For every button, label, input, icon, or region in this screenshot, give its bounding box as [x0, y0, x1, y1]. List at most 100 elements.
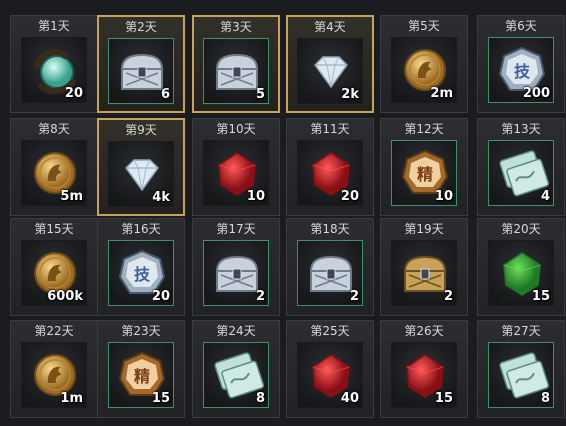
item-quantity: 10	[434, 189, 453, 204]
item-quantity: 4k	[152, 190, 170, 205]
item-quantity: 4	[540, 189, 550, 204]
item-quantity: 6	[160, 87, 170, 102]
day-label: 第11天	[310, 122, 350, 136]
day-label: 第12天	[404, 122, 444, 136]
reward-cell[interactable]: 第10天 10	[192, 118, 280, 216]
item-quantity: 2	[349, 289, 359, 304]
svg-text:技: 技	[134, 265, 151, 284]
reward-item: 8	[203, 342, 269, 408]
day-label: 第25天	[310, 324, 350, 338]
reward-item: 技 20	[108, 240, 174, 306]
day-label: 第15天	[34, 222, 74, 236]
item-quantity: 2	[255, 289, 265, 304]
item-quantity: 20	[340, 189, 359, 204]
item-quantity: 20	[64, 86, 83, 101]
day-label: 第27天	[501, 324, 541, 338]
reward-item: 4	[488, 140, 554, 206]
item-quantity: 600k	[47, 289, 83, 304]
day-label: 第26天	[404, 324, 444, 338]
item-quantity: 20	[151, 289, 170, 304]
reward-item: 精 10	[391, 140, 457, 206]
day-label: 第17天	[216, 222, 256, 236]
reward-item: 精 15	[108, 342, 174, 408]
reward-cell[interactable]: 第6天 技 200	[477, 15, 565, 113]
day-label: 第1天	[38, 19, 70, 33]
reward-cell[interactable]: 第16天 技 20	[97, 218, 185, 316]
reward-item: 6	[108, 38, 174, 104]
day-label: 第16天	[121, 222, 161, 236]
daily-reward-grid: 第1天 20 第2天 6 第3天 5 第4天 2k 第5天 2m 第6天 技 200 第8天 …	[0, 0, 566, 426]
reward-item: 15	[488, 240, 554, 306]
reward-cell[interactable]: 第1天 20	[10, 15, 98, 113]
reward-cell[interactable]: 第27天 8	[477, 320, 565, 418]
day-label: 第22天	[34, 324, 74, 338]
day-label: 第4天	[314, 20, 346, 34]
day-label: 第2天	[125, 20, 157, 34]
reward-item: 15	[391, 342, 457, 408]
item-quantity: 40	[340, 391, 359, 406]
item-quantity: 200	[522, 86, 550, 101]
reward-cell[interactable]: 第19天 2	[380, 218, 468, 316]
reward-item: 8	[488, 342, 554, 408]
day-label: 第13天	[501, 122, 541, 136]
reward-cell[interactable]: 第4天 2k	[286, 15, 374, 113]
reward-item: 技 200	[488, 37, 554, 103]
svg-text:精: 精	[134, 367, 150, 386]
reward-cell[interactable]: 第3天 5	[192, 15, 280, 113]
reward-item: 20	[21, 37, 87, 103]
day-label: 第20天	[501, 222, 541, 236]
day-label: 第23天	[121, 324, 161, 338]
item-quantity: 2	[443, 289, 453, 304]
reward-item: 20	[297, 140, 363, 206]
reward-item: 2k	[297, 38, 363, 104]
item-quantity: 15	[434, 391, 453, 406]
item-quantity: 15	[531, 289, 550, 304]
reward-item: 2	[391, 240, 457, 306]
reward-cell[interactable]: 第24天 8	[192, 320, 280, 418]
reward-cell[interactable]: 第2天 6	[97, 15, 185, 113]
reward-item: 40	[297, 342, 363, 408]
reward-item: 600k	[21, 240, 87, 306]
reward-cell[interactable]: 第15天 600k	[10, 218, 98, 316]
reward-cell[interactable]: 第26天 15	[380, 320, 468, 418]
reward-cell[interactable]: 第22天 1m	[10, 320, 98, 418]
reward-item: 5m	[21, 140, 87, 206]
reward-cell[interactable]: 第25天 40	[286, 320, 374, 418]
item-quantity: 2m	[430, 86, 453, 101]
reward-item: 1m	[21, 342, 87, 408]
day-label: 第6天	[505, 19, 537, 33]
day-label: 第8天	[38, 122, 70, 136]
item-quantity: 5	[255, 87, 265, 102]
reward-item: 2	[297, 240, 363, 306]
item-quantity: 8	[540, 391, 550, 406]
day-label: 第18天	[310, 222, 350, 236]
reward-cell[interactable]: 第23天 精 15	[97, 320, 185, 418]
reward-cell[interactable]: 第20天 15	[477, 218, 565, 316]
day-label: 第24天	[216, 324, 256, 338]
day-label: 第9天	[125, 123, 157, 137]
day-label: 第10天	[216, 122, 256, 136]
reward-cell[interactable]: 第9天 4k	[97, 118, 185, 216]
reward-item: 5	[203, 38, 269, 104]
reward-item: 2m	[391, 37, 457, 103]
reward-item: 4k	[108, 141, 174, 207]
day-label: 第5天	[408, 19, 440, 33]
reward-item: 2	[203, 240, 269, 306]
reward-item: 10	[203, 140, 269, 206]
reward-cell[interactable]: 第12天 精 10	[380, 118, 468, 216]
reward-cell[interactable]: 第8天 5m	[10, 118, 98, 216]
day-label: 第19天	[404, 222, 444, 236]
svg-text:技: 技	[514, 62, 531, 81]
reward-cell[interactable]: 第5天 2m	[380, 15, 468, 113]
reward-cell[interactable]: 第13天 4	[477, 118, 565, 216]
item-quantity: 5m	[60, 189, 83, 204]
reward-cell[interactable]: 第18天 2	[286, 218, 374, 316]
day-label: 第3天	[220, 20, 252, 34]
item-quantity: 1m	[60, 391, 83, 406]
item-quantity: 15	[151, 391, 170, 406]
item-quantity: 10	[246, 189, 265, 204]
item-quantity: 2k	[341, 87, 359, 102]
reward-cell[interactable]: 第11天 20	[286, 118, 374, 216]
reward-cell[interactable]: 第17天 2	[192, 218, 280, 316]
svg-text:精: 精	[417, 165, 433, 184]
